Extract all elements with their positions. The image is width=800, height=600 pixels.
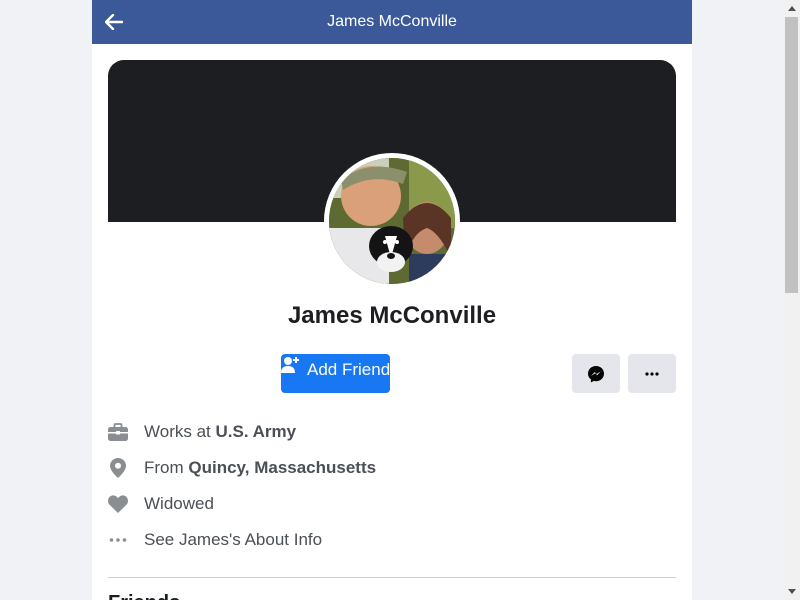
section-divider [108, 577, 676, 578]
profile-photo-image [329, 158, 455, 284]
see-about-info-label: See James's About Info [144, 530, 323, 549]
scroll-up-arrow-icon [787, 6, 796, 11]
profile-picture[interactable] [324, 153, 460, 289]
relationship-status: Widowed [144, 494, 214, 513]
see-about-info-link[interactable]: See James's About Info [108, 526, 668, 554]
top-bar: James McConville [92, 0, 692, 44]
work-prefix: Works at [144, 422, 216, 441]
more-dots-icon [645, 371, 659, 376]
add-friend-button[interactable]: Add Friend [281, 354, 390, 393]
work-info-row: Works at U.S. Army [108, 418, 668, 446]
from-prefix: From [144, 458, 189, 477]
heart-icon [108, 494, 128, 514]
briefcase-icon [108, 422, 128, 442]
from-value[interactable]: Quincy, Massachusetts [188, 458, 376, 477]
profile-photo-illustration [329, 158, 455, 284]
location-pin-icon [108, 458, 128, 478]
add-friend-label: Add Friend [307, 360, 391, 379]
more-dots-icon [108, 530, 128, 550]
work-value[interactable]: U.S. Army [215, 422, 296, 441]
messenger-icon [588, 365, 604, 382]
hometown-info-row: From Quincy, Massachusetts [108, 454, 668, 482]
page-scrollbar[interactable] [783, 0, 800, 600]
profile-page: James McConville James McConville Add Fr… [92, 0, 692, 600]
message-button[interactable] [572, 354, 620, 393]
add-person-icon [281, 357, 299, 373]
scroll-thumb[interactable] [785, 17, 798, 293]
profile-name: James McConville [287, 302, 497, 329]
more-options-button[interactable] [628, 354, 676, 393]
scroll-down-button[interactable] [783, 583, 800, 600]
scroll-down-arrow-icon [787, 589, 796, 594]
scroll-up-button[interactable] [783, 0, 800, 17]
friends-heading: Friends [108, 592, 180, 600]
relationship-info-row: Widowed [108, 490, 668, 518]
page-title: James McConville [327, 13, 457, 30]
